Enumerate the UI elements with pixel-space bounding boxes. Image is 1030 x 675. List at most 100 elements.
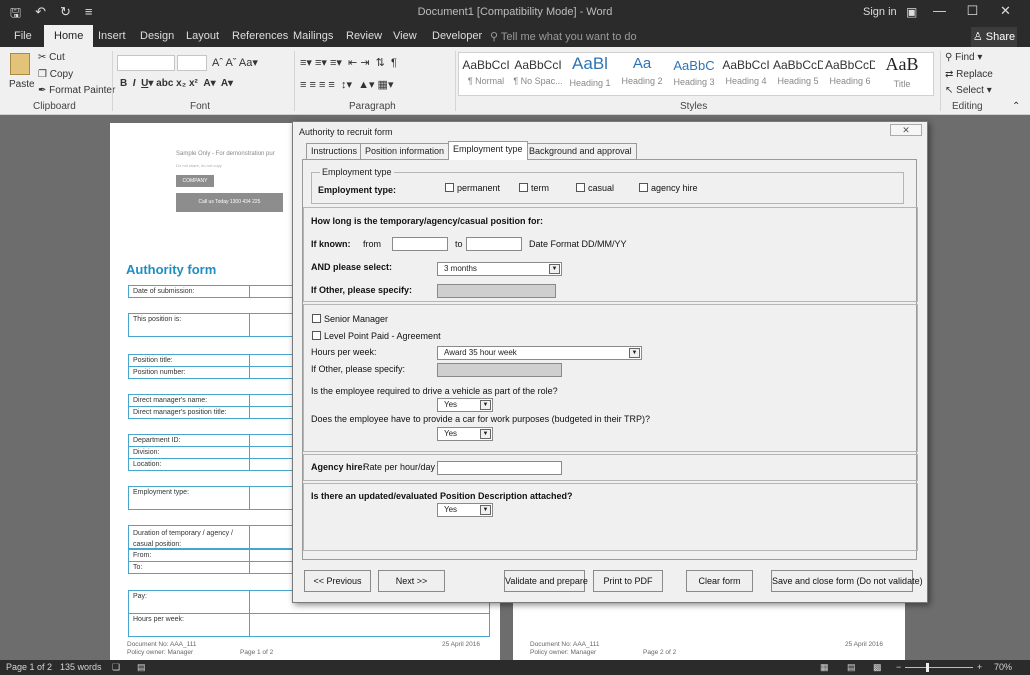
tab-home[interactable]: Home <box>44 25 94 47</box>
print-layout-icon[interactable]: ▤ <box>847 662 856 673</box>
web-layout-icon[interactable]: ▩ <box>873 662 882 673</box>
replace-button[interactable]: ⇄ Replace <box>945 69 993 80</box>
tell-me-search[interactable]: ⚲ Tell me what you want to do <box>490 30 637 43</box>
zoom-slider[interactable] <box>905 667 973 668</box>
dropdown-arrow-icon: ▼ <box>480 429 491 439</box>
zoom-slider-thumb[interactable] <box>926 663 929 672</box>
signin-link[interactable]: Sign in <box>863 6 897 18</box>
maximize-button[interactable]: ☐ <box>956 3 989 19</box>
style-no-spacing[interactable]: AaBbCcI ¶ No Spac... <box>513 54 563 94</box>
grow-font-icon[interactable]: Aˆ Aˇ Aa▾ <box>212 56 258 69</box>
to-date-input[interactable] <box>466 237 522 251</box>
agency-hire-label: agency hire <box>651 183 698 193</box>
hours-select[interactable]: Award 35 hour week ▼ <box>437 346 642 360</box>
drive-select[interactable]: Yes ▼ <box>437 398 493 412</box>
find-button[interactable]: ⚲ Find ▾ <box>945 52 982 63</box>
style-title[interactable]: AaB Title <box>877 54 927 94</box>
word-count[interactable]: 135 words <box>60 662 102 672</box>
tab-review[interactable]: Review <box>346 25 382 47</box>
car-select[interactable]: Yes ▼ <box>437 427 493 441</box>
macro-icon[interactable]: ▤ <box>137 662 146 673</box>
ribbon: Paste ✂ Cut ❐ Copy ✒ Format Painter Clip… <box>0 47 1030 115</box>
select-button[interactable]: ↖ Select ▾ <box>945 85 992 96</box>
style-heading-3[interactable]: AaBbC Heading 3 <box>669 54 719 94</box>
casual-checkbox[interactable] <box>576 183 585 192</box>
paste-icon[interactable] <box>10 53 30 75</box>
proofing-icon[interactable]: ❏ <box>112 662 120 673</box>
style-heading-4[interactable]: AaBbCcI Heading 4 <box>721 54 771 94</box>
and-select-label: AND please select: <box>311 262 393 272</box>
style-normal[interactable]: AaBbCcI ¶ Normal <box>461 54 511 94</box>
style-heading-6[interactable]: AaBbCcD Heading 6 <box>825 54 875 94</box>
pd-select[interactable]: Yes ▼ <box>437 503 493 517</box>
font-format-buttons[interactable]: B I U▾ abc x₂ x² A▾ A▾ <box>120 78 233 89</box>
style-heading-5[interactable]: AaBbCcD Heading 5 <box>773 54 823 94</box>
tab-file[interactable]: File <box>14 25 32 47</box>
duration-select[interactable]: 3 months ▼ <box>437 262 562 276</box>
dialog-title: Authority to recruit form <box>299 127 393 137</box>
clear-form-button[interactable]: Clear form <box>686 570 753 592</box>
permanent-checkbox[interactable] <box>445 183 454 192</box>
footer-date: 25 April 2016 <box>845 641 883 648</box>
level-point-checkbox[interactable] <box>312 331 321 340</box>
save-close-button[interactable]: Save and close form (Do not validate) <box>771 570 923 592</box>
read-mode-icon[interactable]: ▦ <box>820 662 829 673</box>
company-logo: COMPANY <box>176 175 214 187</box>
collapse-ribbon-icon[interactable]: ⌃ <box>1012 101 1020 112</box>
editing-group-label: Editing <box>952 101 983 112</box>
font-family-select[interactable] <box>117 55 175 71</box>
paste-button[interactable]: Paste <box>9 79 35 90</box>
senior-manager-checkbox[interactable] <box>312 314 321 323</box>
copy-button[interactable]: ❐ Copy <box>38 69 73 80</box>
tab-developer[interactable]: Developer <box>432 25 482 47</box>
tab-background-approval[interactable]: Background and approval <box>524 143 637 160</box>
page-count[interactable]: Page 1 of 2 <box>6 662 52 672</box>
share-button[interactable]: ♙ Share <box>971 27 1017 47</box>
tab-layout[interactable]: Layout <box>186 25 219 47</box>
cut-button[interactable]: ✂ Cut <box>38 52 65 63</box>
zoom-out-icon[interactable]: − <box>896 662 901 672</box>
alignment-buttons[interactable]: ≡ ≡ ≡ ≡ ↕▾ ▲▾ ▦▾ <box>300 78 393 91</box>
agency-hire-checkbox[interactable] <box>639 183 648 192</box>
print-pdf-button[interactable]: Print to PDF <box>593 570 663 592</box>
zoom-level[interactable]: 70% <box>994 662 1012 672</box>
cursor-icon: ↖ <box>945 85 954 96</box>
status-bar: Page 1 of 2 135 words ❏ ▤ ▦ ▤ ▩ − + 70% <box>0 660 1030 675</box>
previous-button[interactable]: << Previous <box>304 570 371 592</box>
footer-page: Page 2 of 2 <box>643 649 677 656</box>
style-heading-1[interactable]: AaBl Heading 1 <box>565 54 615 94</box>
minimize-button[interactable]: — <box>923 3 956 19</box>
tab-mailings[interactable]: Mailings <box>293 25 333 47</box>
tab-design[interactable]: Design <box>140 25 174 47</box>
agency-rate-input[interactable] <box>437 461 562 475</box>
tab-instructions[interactable]: Instructions <box>306 143 363 160</box>
scissors-icon: ✂ <box>38 52 47 63</box>
list-buttons[interactable]: ≡▾ ≡▾ ≡▾ ⇤ ⇥ ⇅ ¶ <box>300 56 397 69</box>
pd-question: Is there an updated/evaluated Position D… <box>311 491 573 501</box>
styles-gallery[interactable]: AaBbCcI ¶ Normal AaBbCcI ¶ No Spac... AaBl… <box>458 52 934 96</box>
tab-employment-type[interactable]: Employment type <box>448 141 528 160</box>
if-other-hours-input[interactable] <box>437 363 562 377</box>
tab-references[interactable]: References <box>232 25 288 47</box>
tab-position-information[interactable]: Position information <box>360 143 450 160</box>
how-long-label: How long is the temporary/agency/casual … <box>311 216 544 226</box>
role-details-frame: Senior Manager Level Point Paid - Agreem… <box>303 304 918 452</box>
if-other-input[interactable] <box>437 284 556 298</box>
format-painter-button[interactable]: ✒ Format Painter <box>38 85 115 96</box>
font-size-select[interactable] <box>177 55 207 71</box>
dialog-close-button[interactable]: ✕ <box>890 124 922 136</box>
style-heading-2[interactable]: Aa Heading 2 <box>617 54 667 94</box>
footer-date: 25 April 2016 <box>442 641 480 648</box>
ribbon-display-options-icon[interactable]: ▣ <box>906 5 917 19</box>
term-checkbox[interactable] <box>519 183 528 192</box>
next-button[interactable]: Next >> <box>378 570 445 592</box>
person-icon: ♙ <box>972 31 983 43</box>
zoom-in-icon[interactable]: + <box>977 662 982 672</box>
tab-insert[interactable]: Insert <box>98 25 126 47</box>
close-button[interactable]: ✕ <box>989 3 1022 19</box>
styles-group-label: Styles <box>680 101 708 112</box>
tab-view[interactable]: View <box>393 25 417 47</box>
validate-prepare-button[interactable]: Validate and prepare <box>504 570 588 592</box>
from-date-input[interactable] <box>392 237 448 251</box>
sample-notice: Sample Only - For demonstration pur <box>176 151 275 157</box>
